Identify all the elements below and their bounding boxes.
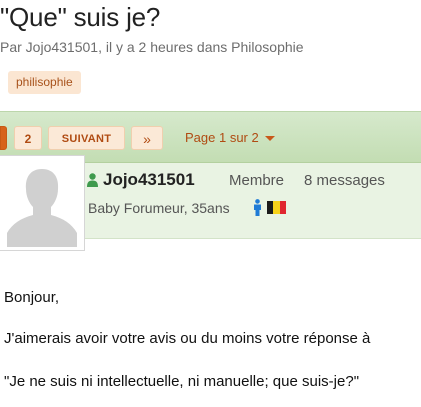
post-text-line: J'aimerais avoir votre avis ou du moins … [4, 330, 371, 347]
belgium-flag-icon [267, 201, 286, 214]
user-icon [87, 173, 98, 187]
next-page-button[interactable]: SUIVANT [48, 126, 125, 150]
male-icon [254, 199, 261, 216]
page-jump-dropdown[interactable]: Page 1 sur 2 [185, 126, 275, 150]
avatar[interactable] [0, 155, 85, 251]
topic-title: "Que" suis je? [0, 2, 161, 32]
post-text-line: "Je ne suis ni intellectuelle, ni manuel… [4, 373, 360, 390]
page-2-button[interactable]: 2 [14, 126, 42, 150]
page-1-button[interactable] [0, 126, 7, 150]
default-avatar-icon [3, 159, 81, 247]
post-text-line: Bonjour, [4, 289, 60, 306]
author-rank: Baby Forumeur, 35ans [88, 200, 230, 216]
author-role: Membre [229, 172, 285, 189]
caret-down-icon [264, 136, 275, 142]
last-page-button[interactable]: » [131, 126, 163, 150]
author-username[interactable]: Jojo431501 [103, 170, 195, 190]
author-message-count[interactable]: 8 messages [304, 172, 385, 189]
topic-meta: Par Jojo431501, il y a 2 heures dans Phi… [0, 39, 304, 55]
page-jump-label: Page 1 sur 2 [185, 130, 259, 145]
topic-tag[interactable]: philisophie [8, 71, 81, 94]
